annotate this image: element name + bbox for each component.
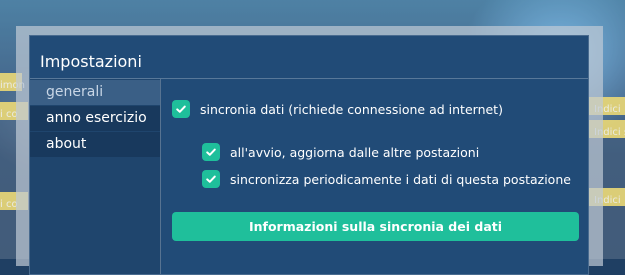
check-icon [206,175,216,183]
sidebar-item-generali[interactable]: generali [30,80,160,105]
check-icon [206,148,216,156]
settings-sidebar: generali anno esercizio about [30,79,161,274]
sincronia-dati-checkbox[interactable] [172,100,190,118]
option-sincronia-dati[interactable]: sincronia dati (richiede connessione ad … [172,100,503,118]
option-sincronizza-periodicamente[interactable]: sincronizza periodicamente i dati di que… [202,170,571,188]
settings-content: sincronia dati (richiede connessione ad … [161,79,588,274]
dialog-title: Impostazioni [40,52,142,71]
sincronizza-periodicamente-checkbox[interactable] [202,170,220,188]
option-label: sincronizza periodicamente i dati di que… [230,171,571,187]
check-icon [176,105,186,113]
sidebar-item-about[interactable]: about [30,132,160,157]
option-label: all'avvio, aggiorna dalle altre postazio… [230,144,480,160]
sidebar-item-anno-esercizio[interactable]: anno esercizio [30,106,160,131]
option-aggiorna-all-avvio[interactable]: all'avvio, aggiorna dalle altre postazio… [202,143,479,161]
aggiorna-all-avvio-checkbox[interactable] [202,143,220,161]
sidebar-item-label: anno esercizio [46,110,147,126]
sidebar-item-label: about [46,136,87,152]
sync-info-button[interactable]: Informazioni sulla sincronia dei dati [172,212,579,241]
settings-dialog: Impostazioni generali anno esercizio abo… [29,35,589,275]
sidebar-item-label: generali [46,84,104,100]
option-label: sincronia dati (richiede connessione ad … [200,101,503,117]
